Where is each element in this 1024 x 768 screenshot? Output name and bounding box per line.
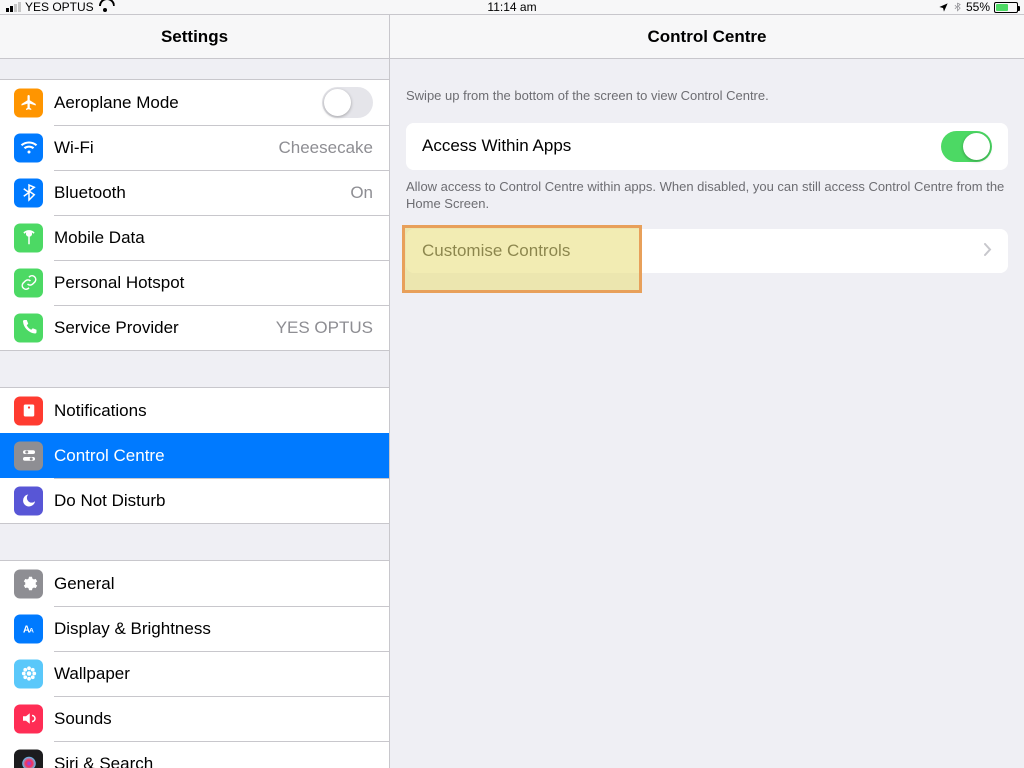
customise-label: Customise Controls [422,241,570,261]
detail-title: Control Centre [390,15,1024,59]
sidebar-item-label: Display & Brightness [54,619,211,639]
sidebar-item-label: Control Centre [54,446,165,466]
intro-text: Swipe up from the bottom of the screen t… [390,59,1024,123]
flower-icon [14,659,43,688]
sidebar-title: Settings [0,15,389,59]
sidebar-item-mobile-data[interactable]: Mobile Data [0,215,389,260]
battery-pct: 55% [966,0,990,14]
sidebar-item-label: Aeroplane Mode [54,93,179,113]
bluetooth-icon [14,178,43,207]
sidebar-item-label: Do Not Disturb [54,491,165,511]
sidebar-item-control-centre[interactable]: Control Centre [0,433,389,478]
gear-icon [14,569,43,598]
sidebar-item-wallpaper[interactable]: Wallpaper [0,651,389,696]
clock: 11:14 am [487,0,536,14]
sidebar-item-value: On [350,183,373,203]
sidebar-item-label: Sounds [54,709,112,729]
carrier-label: YES OPTUS [25,0,94,14]
sidebar-item-label: Notifications [54,401,147,421]
sidebar-item-label: General [54,574,114,594]
notif-icon [14,396,43,425]
sidebar-item-value: YES OPTUS [276,318,373,338]
chevron-right-icon [984,241,992,261]
link-icon [14,268,43,297]
access-within-apps-row[interactable]: Access Within Apps [406,123,1008,170]
battery-icon [994,2,1018,13]
sidebar-item-notifications[interactable]: Notifications [0,388,389,433]
sidebar-item-label: Bluetooth [54,183,126,203]
sidebar-item-personal-hotspot[interactable]: Personal Hotspot [0,260,389,305]
bluetooth-status-icon [953,1,962,13]
sidebar-item-do-not-disturb[interactable]: Do Not Disturb [0,478,389,523]
sidebar-item-label: Service Provider [54,318,179,338]
sidebar-item-wi-fi[interactable]: Wi-Fi Cheesecake [0,125,389,170]
sidebar-item-value: Cheesecake [278,138,373,158]
sidebar-item-sounds[interactable]: Sounds [0,696,389,741]
sidebar-item-label: Wallpaper [54,664,130,684]
sidebar-item-aeroplane-mode[interactable]: Aeroplane Mode [0,80,389,125]
sidebar-item-display-brightness[interactable]: AA Display & Brightness [0,606,389,651]
sidebar-item-bluetooth[interactable]: Bluetooth On [0,170,389,215]
sidebar-item-label: Siri & Search [54,754,153,768]
siri-icon [14,749,43,768]
customise-controls-row[interactable]: Customise Controls [406,229,1008,273]
airplane-icon [14,88,43,117]
svg-text:A: A [29,627,34,634]
access-label: Access Within Apps [422,136,571,156]
sidebar-item-label: Wi-Fi [54,138,94,158]
location-icon [938,2,949,13]
controls-icon [14,441,43,470]
status-bar: YES OPTUS 11:14 am 55% [0,0,1024,14]
moon-icon [14,486,43,515]
sidebar-item-general[interactable]: General [0,561,389,606]
signal-icon [6,2,21,12]
sidebar-item-label: Mobile Data [54,228,145,248]
wifi-icon [98,2,112,12]
access-toggle[interactable] [941,131,992,162]
wifi-icon [14,133,43,162]
sidebar-item-label: Personal Hotspot [54,273,184,293]
sidebar-item-service-provider[interactable]: Service Provider YES OPTUS [0,305,389,350]
phone-icon [14,313,43,342]
sidebar-item-siri-search[interactable]: Siri & Search [0,741,389,768]
aeroplane-toggle[interactable] [322,87,373,118]
speaker-icon [14,704,43,733]
aa-icon: AA [14,614,43,643]
access-footer: Allow access to Control Centre within ap… [390,170,1024,221]
antenna-icon [14,223,43,252]
